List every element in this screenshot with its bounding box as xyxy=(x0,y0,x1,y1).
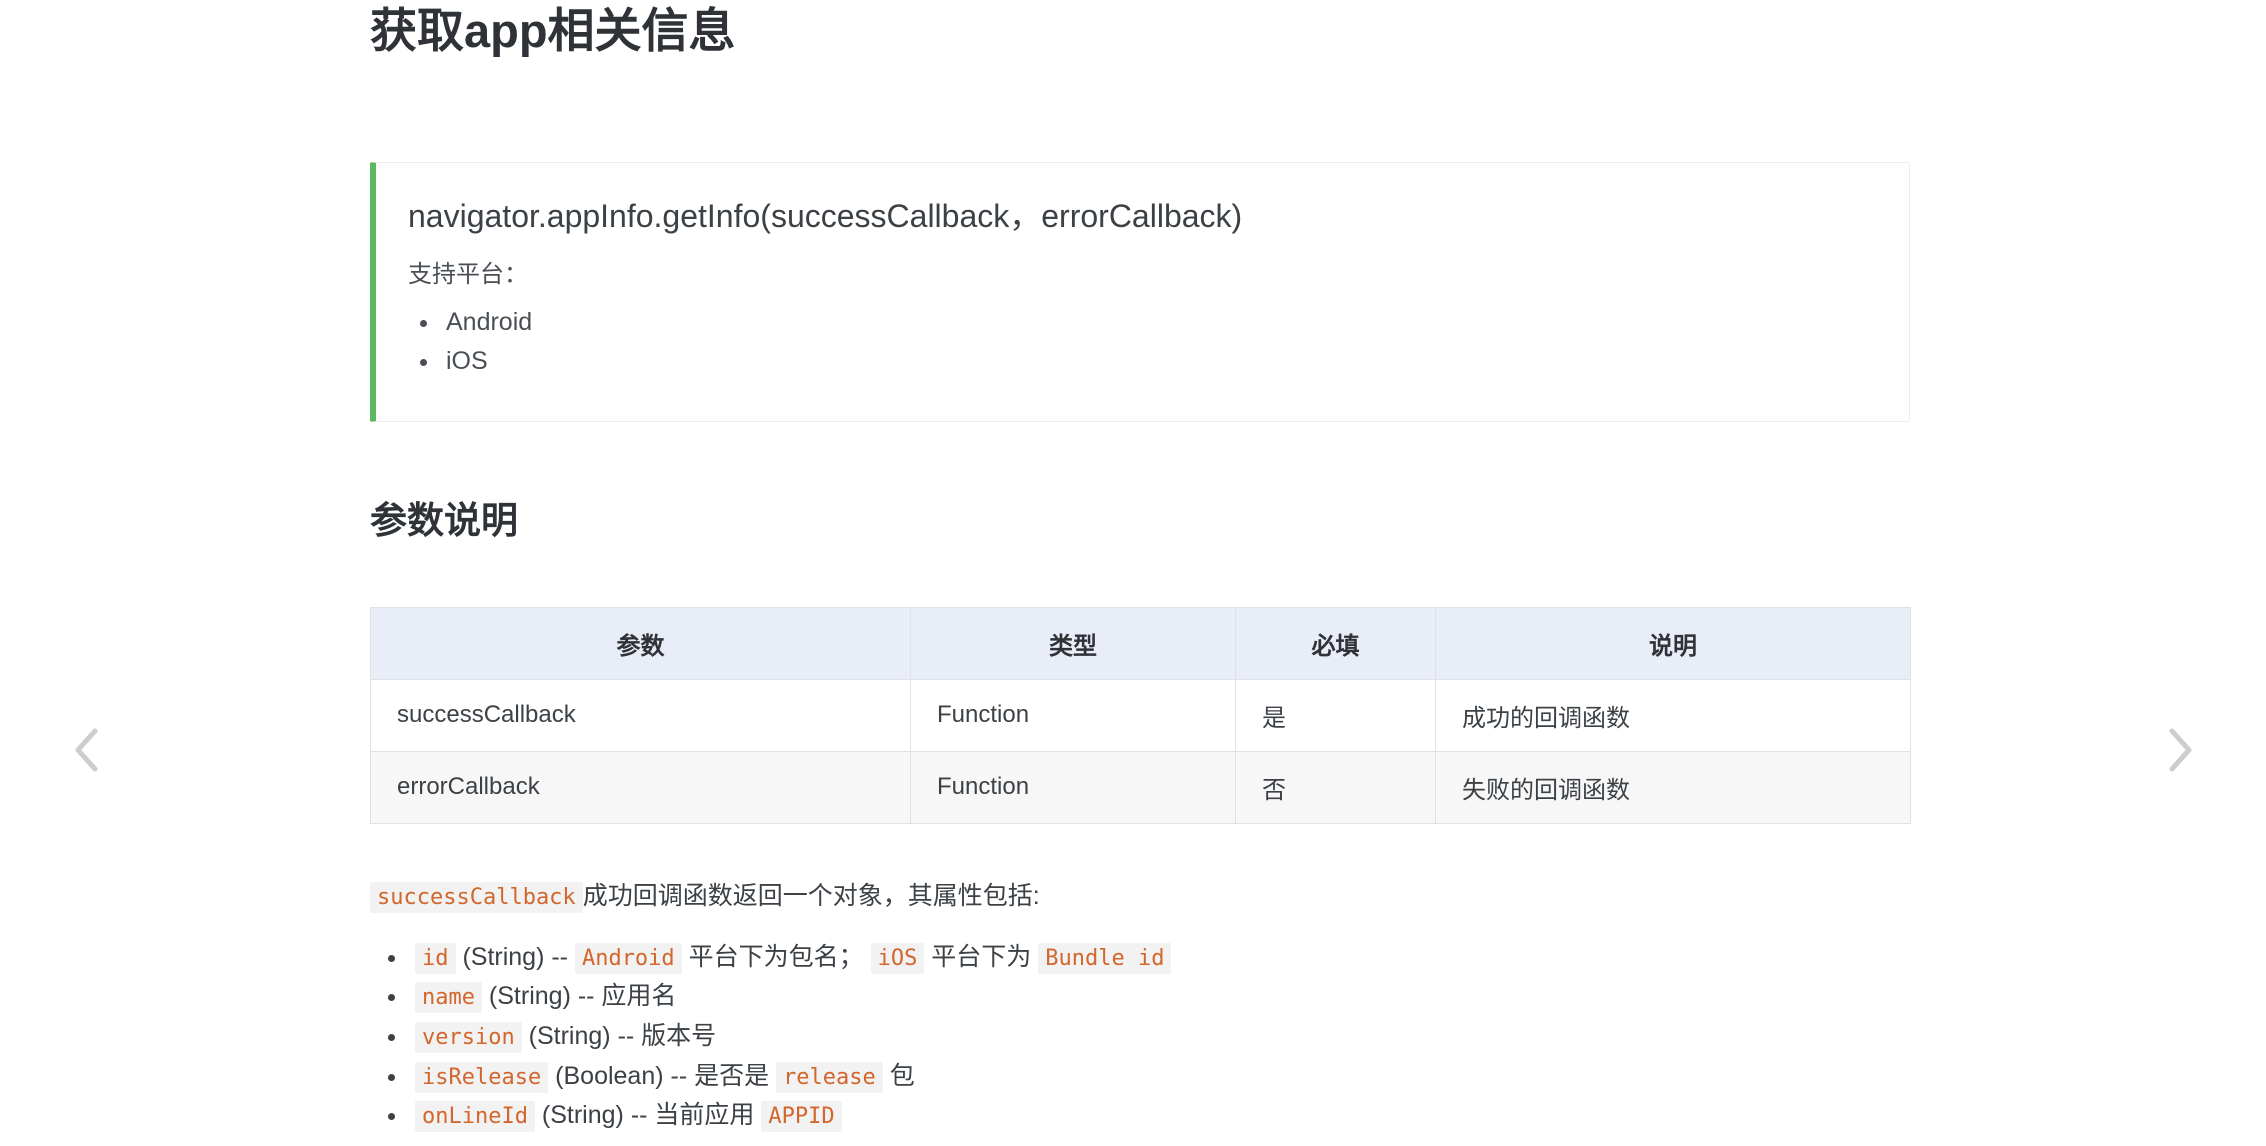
api-signature-callout: navigator.appInfo.getInfo(successCallbac… xyxy=(370,161,1910,422)
list-item: version (String) -- 版本号 xyxy=(370,1020,1910,1053)
list-item: isRelease (Boolean) -- 是否是 release 包 xyxy=(370,1060,1910,1093)
callback-note: successCallback 成功回调函数返回一个对象，其属性包括: xyxy=(370,824,1910,914)
cell-required: 是 xyxy=(1235,678,1436,752)
column-header-required: 必填 xyxy=(1235,606,1436,680)
inline-code-onlineid: onLineId xyxy=(415,1101,535,1133)
cell-type: Function xyxy=(910,678,1236,752)
table-row: errorCallback Function 否 失败的回调函数 xyxy=(370,750,1911,824)
property-text: 包 xyxy=(882,1061,915,1090)
table-head: 参数 类型 必填 说明 xyxy=(370,606,1911,680)
cell-param: errorCallback xyxy=(370,750,911,824)
list-item: onLineId (String) -- 当前应用 APPID xyxy=(370,1099,1910,1133)
inline-code-isrelease: isRelease xyxy=(415,1061,549,1093)
callback-note-text: 成功回调函数返回一个对象，其属性包括: xyxy=(582,881,1040,910)
list-item: iOS xyxy=(408,345,1909,378)
doc-page: 获取app相关信息 navigator.appInfo.getInfo(succ… xyxy=(0,0,2266,1146)
property-text: (String) -- 应用名 xyxy=(481,982,677,1011)
property-text: 平台下为包名； xyxy=(681,942,871,971)
cell-type: Function xyxy=(910,750,1236,824)
property-text: (String) -- xyxy=(455,942,575,971)
table-body: successCallback Function 是 成功的回调函数 error… xyxy=(370,678,1911,824)
list-item: Android xyxy=(408,306,1909,339)
page-title: 获取app相关信息 xyxy=(370,4,736,57)
chevron-right-icon xyxy=(2160,722,2200,778)
cell-required: 否 xyxy=(1235,750,1436,824)
property-text: (String) -- 版本号 xyxy=(521,1021,717,1050)
returned-properties-list: id (String) -- Android 平台下为包名； iOS 平台下为 … xyxy=(370,914,1910,1133)
inline-code-bundle-id: Bundle id xyxy=(1038,942,1172,974)
inline-code-android: Android xyxy=(574,942,682,974)
table-header-row: 参数 类型 必填 说明 xyxy=(370,606,1911,680)
supported-platforms-label: 支持平台： xyxy=(408,261,528,289)
property-text: 平台下为 xyxy=(924,942,1039,971)
cell-param: successCallback xyxy=(370,678,911,752)
inline-code-version: version xyxy=(415,1021,522,1053)
inline-code-ios: iOS xyxy=(870,942,925,974)
content-column: 获取app相关信息 navigator.appInfo.getInfo(succ… xyxy=(370,0,1911,1139)
chevron-left-icon xyxy=(66,722,106,778)
next-page-arrow[interactable] xyxy=(2152,722,2208,778)
table-row: successCallback Function 是 成功的回调函数 xyxy=(370,678,1911,752)
prev-page-arrow[interactable] xyxy=(58,722,114,778)
inline-code-appid: APPID xyxy=(761,1101,842,1133)
inline-code-successcallback: successCallback xyxy=(370,881,583,913)
list-item: name (String) -- 应用名 xyxy=(370,980,1910,1014)
cell-desc: 失败的回调函数 xyxy=(1435,750,1911,824)
supported-platform-list: Android iOS xyxy=(408,306,1909,378)
column-header-param: 参数 xyxy=(370,606,911,680)
list-item: id (String) -- Android 平台下为包名； iOS 平台下为 … xyxy=(370,941,1910,974)
inline-code-release: release xyxy=(776,1061,883,1093)
property-text: (Boolean) -- 是否是 xyxy=(548,1061,777,1090)
params-table: 参数 类型 必填 说明 successCallback Function 是 成… xyxy=(370,606,1911,824)
column-header-desc: 说明 xyxy=(1435,606,1911,680)
inline-code-name: name xyxy=(415,982,482,1014)
property-text: (String) -- 当前应用 xyxy=(534,1101,762,1130)
api-signature: navigator.appInfo.getInfo(successCallbac… xyxy=(408,197,1243,234)
cell-desc: 成功的回调函数 xyxy=(1435,678,1911,752)
column-header-type: 类型 xyxy=(910,606,1236,680)
section-title-params: 参数说明 xyxy=(370,499,518,541)
inline-code-id: id xyxy=(415,942,456,974)
